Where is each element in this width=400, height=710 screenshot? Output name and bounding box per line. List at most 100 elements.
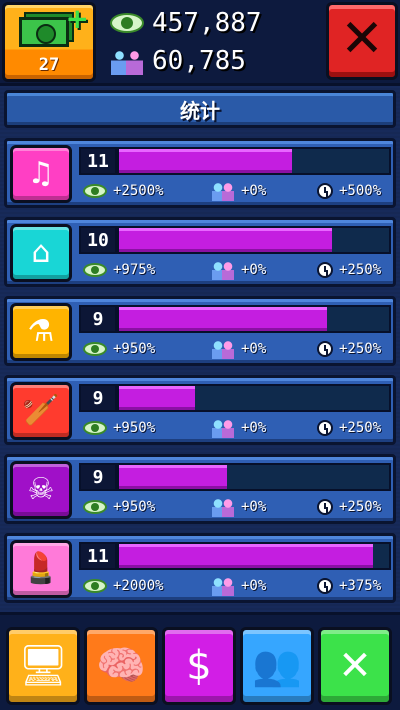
makeup-mirror-icon[interactable]: 💄 <box>10 540 72 598</box>
title-bar: 统计 <box>4 90 396 128</box>
views-bonus-value: +950% <box>113 420 156 436</box>
fans-icon <box>211 260 235 280</box>
time-bonus: +250% <box>317 495 381 519</box>
level-badge: 9 <box>79 463 117 491</box>
people-chat-icon: 👥 <box>252 643 302 689</box>
fans-icon <box>211 418 235 438</box>
time-bonus-value: +250% <box>339 499 382 515</box>
computer-icon: 🖥 <box>17 643 69 689</box>
map-button[interactable]: ✕ <box>318 627 392 705</box>
views-bonus-value: +950% <box>113 499 156 515</box>
beauty-category-row[interactable]: 💄 11 +2000% +0% +375% <box>4 533 396 603</box>
time-bonus: +375% <box>317 574 381 598</box>
fans-bonus: +0% <box>211 258 266 282</box>
fans-icon <box>211 497 235 517</box>
total-views: 457,887 <box>110 6 262 40</box>
views-bonus-value: +2500% <box>113 183 164 199</box>
cricket-bat-icon[interactable]: 🏏 <box>10 382 72 440</box>
shop-icon: $ <box>186 643 212 689</box>
time-bonus-value: +250% <box>339 341 382 357</box>
house-icon[interactable]: ⌂ <box>10 224 72 282</box>
top-bar: + 27 457,887 60,785 ✕ <box>0 0 400 86</box>
fans-icon <box>211 576 235 596</box>
fans-bonus-value: +0% <box>241 341 267 357</box>
time-bonus-value: +250% <box>339 262 382 278</box>
eye-icon <box>83 421 107 435</box>
eye-icon <box>83 342 107 356</box>
progress-bar <box>117 384 391 412</box>
total-fans-value: 60,785 <box>152 46 246 76</box>
views-bonus: +950% <box>83 416 155 440</box>
level-badge: 10 <box>79 226 117 254</box>
views-bonus: +2500% <box>83 179 164 203</box>
music-notes-icon[interactable]: ♫ <box>10 145 72 203</box>
views-bonus-value: +950% <box>113 341 156 357</box>
views-bonus-value: +975% <box>113 262 156 278</box>
eye-icon <box>83 263 107 277</box>
fans-bonus: +0% <box>211 416 266 440</box>
brain-upgrade-icon: 🧠 <box>96 643 146 689</box>
shop-button[interactable]: $ <box>162 627 236 705</box>
music-category-row[interactable]: ♫ 11 +2500% +0% +500% <box>4 138 396 208</box>
fans-bonus-value: +0% <box>241 420 267 436</box>
clock-icon <box>317 262 333 278</box>
fans-bonus: +0% <box>211 337 266 361</box>
time-bonus-value: +375% <box>339 578 382 594</box>
level-badge: 11 <box>79 542 117 570</box>
buy-cash-button[interactable]: + 27 <box>2 2 96 82</box>
time-bonus: +250% <box>317 416 381 440</box>
total-views-value: 457,887 <box>152 8 262 38</box>
time-bonus-value: +500% <box>339 183 382 199</box>
fans-icon <box>110 47 144 75</box>
eye-icon <box>83 579 107 593</box>
eye-icon <box>83 500 107 514</box>
vlog-category-row[interactable]: ⌂ 10 +975% +0% +250% <box>4 217 396 287</box>
fans-bonus-value: +0% <box>241 499 267 515</box>
progress-bar <box>117 463 391 491</box>
treasure-map-icon: ✕ <box>338 643 372 689</box>
time-bonus: +250% <box>317 337 381 361</box>
close-icon: ✕ <box>340 9 384 69</box>
level-badge: 11 <box>79 147 117 175</box>
fans-bonus: +0% <box>211 495 266 519</box>
close-button[interactable]: ✕ <box>326 2 398 80</box>
views-bonus-value: +2000% <box>113 578 164 594</box>
views-bonus: +950% <box>83 337 155 361</box>
clock-icon <box>317 578 333 594</box>
time-bonus: +500% <box>317 179 381 203</box>
progress-fill <box>119 307 327 331</box>
level-badge: 9 <box>79 384 117 412</box>
progress-bar <box>117 226 391 254</box>
fans-icon <box>211 339 235 359</box>
progress-fill <box>119 465 227 489</box>
fans-button[interactable]: 👥 <box>240 627 314 705</box>
page-title: 统计 <box>180 98 220 123</box>
progress-fill <box>119 228 333 252</box>
cash-icon <box>19 17 69 47</box>
bottom-nav: 🖥 🧠 $ 👥 ✕ <box>0 612 400 710</box>
flask-icon[interactable]: ⚗ <box>10 303 72 361</box>
views-bonus: +975% <box>83 258 155 282</box>
fans-icon <box>211 181 235 201</box>
brain-upgrade-button[interactable]: 🧠 <box>84 627 158 705</box>
cash-count: 27 <box>38 55 60 75</box>
skull-icon[interactable]: ☠ <box>10 461 72 519</box>
clock-icon <box>317 499 333 515</box>
fans-bonus-value: +0% <box>241 578 267 594</box>
clock-icon <box>317 341 333 357</box>
eye-icon <box>110 13 144 33</box>
progress-fill <box>119 386 195 410</box>
fans-bonus: +0% <box>211 179 266 203</box>
clock-icon <box>317 183 333 199</box>
horror-category-row[interactable]: ☠ 9 +950% +0% +250% <box>4 454 396 524</box>
science-category-row[interactable]: ⚗ 9 +950% +0% +250% <box>4 296 396 366</box>
fans-bonus-value: +0% <box>241 262 267 278</box>
progress-bar <box>117 305 391 333</box>
progress-fill <box>119 149 292 173</box>
sports-category-row[interactable]: 🏏 9 +950% +0% +250% <box>4 375 396 445</box>
views-bonus: +950% <box>83 495 155 519</box>
progress-bar <box>117 147 391 175</box>
plus-icon: + <box>65 2 89 35</box>
computer-upgrade-button[interactable]: 🖥 <box>6 627 80 705</box>
fans-bonus: +0% <box>211 574 266 598</box>
